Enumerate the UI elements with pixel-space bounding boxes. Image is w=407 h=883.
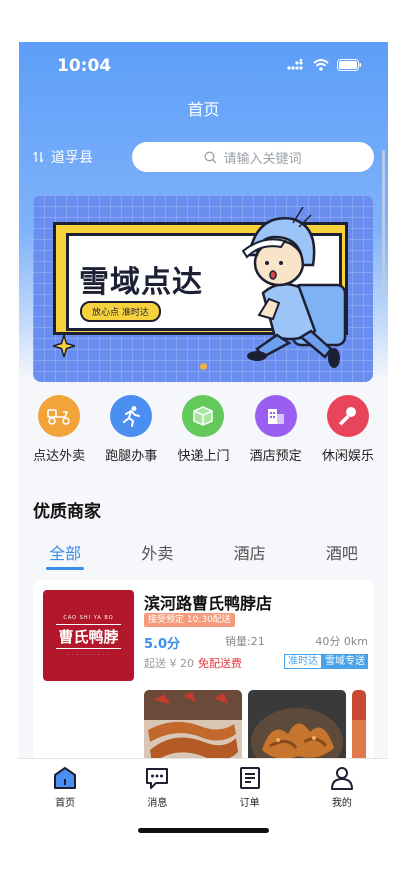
category-label: 酒店预定 [249, 449, 302, 464]
category-takeout[interactable]: 点达外卖 [25, 395, 93, 465]
store-tag: 接受预定 10:30配送 [144, 613, 235, 627]
package-icon [182, 395, 225, 437]
runner-icon [110, 395, 153, 437]
store-name: 滨河路曹氏鸭脖店 [144, 594, 273, 613]
tabbar-label: 订单 [239, 798, 260, 809]
tab-takeout[interactable]: 外卖 [122, 538, 192, 574]
swap-icon [33, 151, 44, 163]
tabbar-label: 我的 [331, 798, 352, 809]
status-icons [287, 59, 362, 71]
status-time: 10:04 [57, 56, 112, 76]
service-badges: 准时达 雪域专送 [284, 654, 368, 669]
status-bar: 10:04 [19, 42, 388, 90]
category-express[interactable]: 快递上门 [169, 395, 237, 465]
banner-title: 雪域点达 [79, 265, 203, 300]
tabbar-home[interactable]: 首页 [25, 759, 105, 841]
badge-delivery: 雪域专送 [322, 654, 368, 669]
location-selector[interactable]: 道孚县 [33, 147, 93, 167]
scooter-icon [38, 395, 81, 437]
banner-indicator[interactable] [200, 363, 207, 370]
free-delivery: 免配送费 [198, 657, 242, 670]
category-leisure[interactable]: 休闲娱乐 [314, 395, 382, 465]
min-order: 起送 ¥ 20 [144, 657, 194, 670]
home-icon [54, 767, 77, 789]
message-icon [146, 768, 169, 789]
tabbar-label: 首页 [55, 798, 76, 809]
category-hotel[interactable]: 酒店预定 [242, 395, 310, 465]
order-icon [239, 767, 260, 789]
sparkle-icon [53, 335, 75, 357]
tab-all[interactable]: 全部 [30, 538, 100, 574]
category-label: 点达外卖 [33, 449, 86, 464]
microphone-icon [326, 395, 369, 437]
promo-banner[interactable]: 雪域点达 放心点 准时达 [33, 195, 373, 382]
store-logo: CAO SHI YA BO 曹氏鸭脖 · · · · · · · · · · [43, 590, 134, 681]
store-rating: 5.0分 [144, 637, 181, 652]
store-sales: 销量:21 [225, 635, 265, 648]
logo-slogan: · · · · · · · · · · [66, 651, 111, 657]
tab-hotel[interactable]: 酒店 [215, 538, 285, 574]
category-errand[interactable]: 跑腿办事 [97, 395, 165, 465]
hotel-icon [254, 395, 297, 437]
battery-icon [337, 59, 361, 71]
logo-pinyin: CAO SHI YA BO [63, 614, 114, 621]
courier-illustration [241, 207, 347, 368]
scrollbar[interactable] [382, 150, 385, 296]
store-eta: 40分 0km [315, 635, 368, 648]
tab-bar[interactable]: 酒吧 [307, 538, 377, 574]
city-name: 道孚县 [51, 150, 93, 166]
profile-icon [330, 767, 353, 790]
category-label: 跑腿办事 [105, 449, 158, 464]
page-title: 首页 [187, 100, 220, 119]
banner-subtitle: 放心点 准时达 [80, 301, 161, 322]
category-label: 休闲娱乐 [321, 449, 374, 464]
logo-name: 曹氏鸭脖 [56, 623, 121, 649]
tabbar-label: 消息 [147, 798, 168, 809]
app-screen: 10:04 首页 道孚县 请输入关键词 雪域点达 放心点 准时达 点达外卖 跑腿… [19, 42, 388, 841]
category-label: 快递上门 [177, 449, 230, 464]
tabbar-profile[interactable]: 我的 [302, 759, 382, 841]
store-card[interactable]: CAO SHI YA BO 曹氏鸭脖 · · · · · · · · · · 滨… [33, 580, 374, 780]
section-title: 优质商家 [33, 502, 101, 522]
search-placeholder: 请输入关键词 [223, 151, 302, 167]
wifi-icon [313, 59, 329, 71]
search-input[interactable]: 请输入关键词 [132, 142, 374, 172]
category-grid: 点达外卖 跑腿办事 快递上门 酒店预定 休闲娱乐 [19, 395, 388, 465]
merchant-tabs: 全部 外卖 酒店 酒吧 [19, 538, 388, 574]
badge-on-time: 准时达 [284, 654, 322, 669]
home-indicator [138, 828, 269, 833]
search-icon [205, 151, 217, 163]
signal-icon [287, 59, 303, 70]
